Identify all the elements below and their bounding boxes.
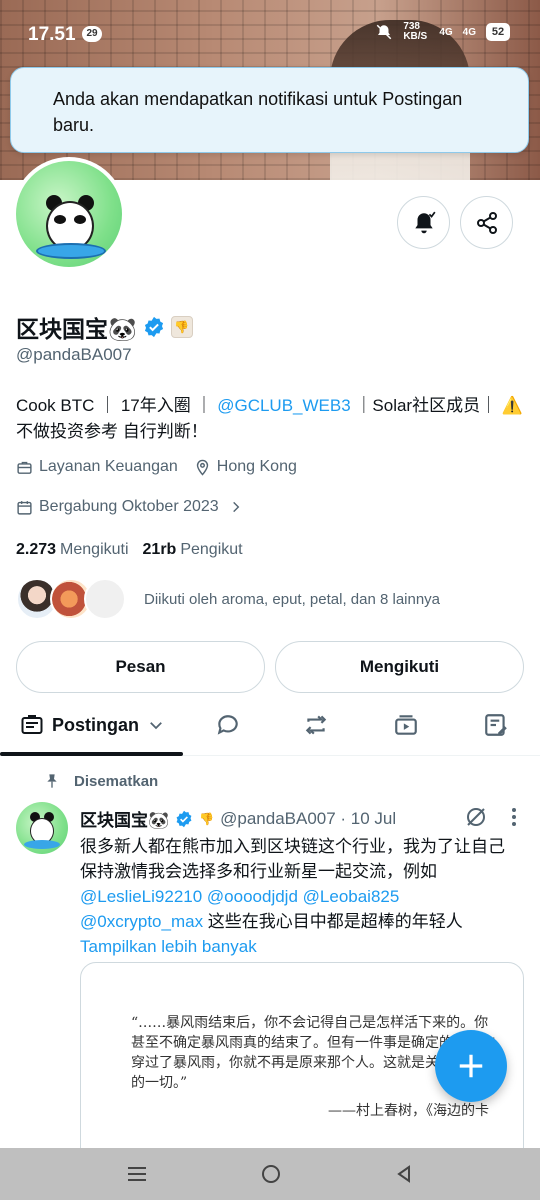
notification-bell-button[interactable] [397, 196, 450, 249]
calendar-icon [17, 500, 32, 515]
status-icons: 738 KB/S 4G 4G 52 [375, 22, 510, 42]
profile-name-row: 区块国宝🐼 👎 [16, 310, 193, 344]
active-tab-indicator [0, 752, 183, 756]
network-type-1: 4G [439, 26, 453, 38]
compose-post-button[interactable] [435, 1030, 507, 1102]
following-stat[interactable]: 2.273 Mengikuti [16, 541, 129, 559]
recent-apps-icon[interactable] [126, 1164, 148, 1184]
media-tab-icon[interactable] [393, 712, 419, 738]
profile-joined-row[interactable]: Bergabung Oktober 2023 [16, 498, 243, 516]
profile-tabs: Postingan [0, 700, 540, 756]
profile-avatar[interactable] [12, 157, 126, 271]
grok-icon[interactable] [464, 805, 488, 829]
affiliate-badge-icon[interactable]: 👎 [170, 316, 193, 338]
mute-icon [377, 24, 392, 40]
profile-bio: Cook BTC ｜ 17年入圈 ｜ @GCLUB_WEB3 ｜Solar社区成… [16, 393, 526, 445]
back-icon[interactable] [394, 1164, 414, 1184]
share-icon [476, 211, 497, 234]
message-button[interactable]: Pesan [16, 641, 265, 693]
profile-joined: Bergabung Oktober 2023 [39, 498, 219, 515]
tab-posts-label: Postingan [52, 714, 140, 735]
post-author-handle-date: @pandaBA007 · 10 Jul [220, 808, 397, 828]
location-pin-icon [196, 459, 208, 476]
verified-badge-icon[interactable] [143, 316, 165, 338]
chevron-down-icon [150, 722, 162, 730]
notification-toast[interactable]: Anda akan mendapatkan notifikasi untuk P… [10, 67, 529, 153]
notification-count-badge: 29 [82, 26, 102, 42]
post-text[interactable]: 很多新人都在熊市加入到区块链这个行业，我为了让自己保持激情我会选择多和行业新星一… [80, 834, 520, 959]
affiliate-badge-icon: 👎 [199, 811, 215, 826]
battery-icon: 52 [486, 23, 510, 41]
mention-link[interactable]: @LeslieLi92210 [80, 887, 202, 906]
mention-link[interactable]: @oooodjdjd [207, 887, 298, 906]
posts-tab-icon [21, 715, 43, 734]
profile-category[interactable]: Layanan Keuangan [39, 458, 178, 476]
post-text-part: 这些在我心目中都是超棒的年轻人 [203, 912, 463, 931]
toast-text: Anda akan mendapatkan notifikasi untuk P… [53, 89, 463, 135]
post-author-name[interactable]: 区块国宝🐼 [80, 806, 169, 831]
post-header: 区块国宝🐼 👎 @pandaBA007 · 10 Jul [80, 806, 396, 831]
profile-name: 区块国宝🐼 [16, 316, 137, 342]
chevron-right-icon [232, 501, 240, 513]
mention-link[interactable]: @0xcrypto_max [80, 912, 203, 931]
profile-handle: @pandaBA007 [16, 345, 132, 364]
briefcase-icon [17, 461, 32, 474]
profile-location: Hong Kong [216, 458, 297, 475]
bio-text-1: Cook BTC ｜ 17年入圈 ｜ [16, 396, 218, 415]
status-bar: 17.51 29 738 KB/S 4G 4G 52 [0, 0, 540, 70]
status-time: 17.51 [28, 24, 76, 45]
system-navigation-bar [0, 1148, 540, 1200]
mention-link[interactable]: @Leobai825 [303, 887, 400, 906]
followed-by-row[interactable]: Diikuti oleh aroma, eput, petal, dan 8 l… [16, 578, 440, 620]
post-author-avatar[interactable] [16, 802, 68, 854]
show-more-link[interactable]: Tampilkan lebih banyak [80, 937, 257, 956]
verified-badge-icon[interactable] [175, 810, 193, 828]
share-button[interactable] [460, 196, 513, 249]
quote-author: ——村上春树，《海边的卡 [328, 1103, 489, 1119]
following-button[interactable]: Mengikuti [275, 641, 524, 693]
pinned-label: Disematkan [74, 772, 159, 790]
pinned-label-row: Disematkan [44, 772, 158, 790]
replies-tab-icon[interactable] [215, 712, 241, 738]
more-options-icon[interactable] [506, 806, 522, 828]
home-icon[interactable] [260, 1163, 282, 1185]
profile-meta-row: Layanan Keuangan Hong Kong [16, 458, 297, 476]
post-text-part: 很多新人都在熊市加入到区块链这个行业，我为了让自己保持激情我会选择多和行业新星一… [80, 837, 505, 881]
followers-stat[interactable]: 21rb Pengikut [143, 541, 243, 559]
plus-icon [459, 1054, 483, 1078]
articles-tab-icon[interactable] [483, 712, 509, 738]
bell-checked-icon [414, 211, 436, 233]
network-type-2: 4G [462, 26, 476, 38]
followed-by-text: Diikuti oleh aroma, eput, petal, dan 8 l… [144, 590, 441, 608]
network-speed: 738 KB/S [403, 21, 428, 42]
bio-mention-link[interactable]: @GCLUB_WEB3 [217, 396, 350, 415]
follower-avatar [84, 578, 126, 620]
pin-icon [47, 774, 57, 788]
tab-posts[interactable]: Postingan [20, 713, 165, 737]
reposts-tab-icon[interactable] [303, 712, 329, 738]
follow-stats: 2.273 Mengikuti 21rb Pengikut [16, 541, 243, 559]
